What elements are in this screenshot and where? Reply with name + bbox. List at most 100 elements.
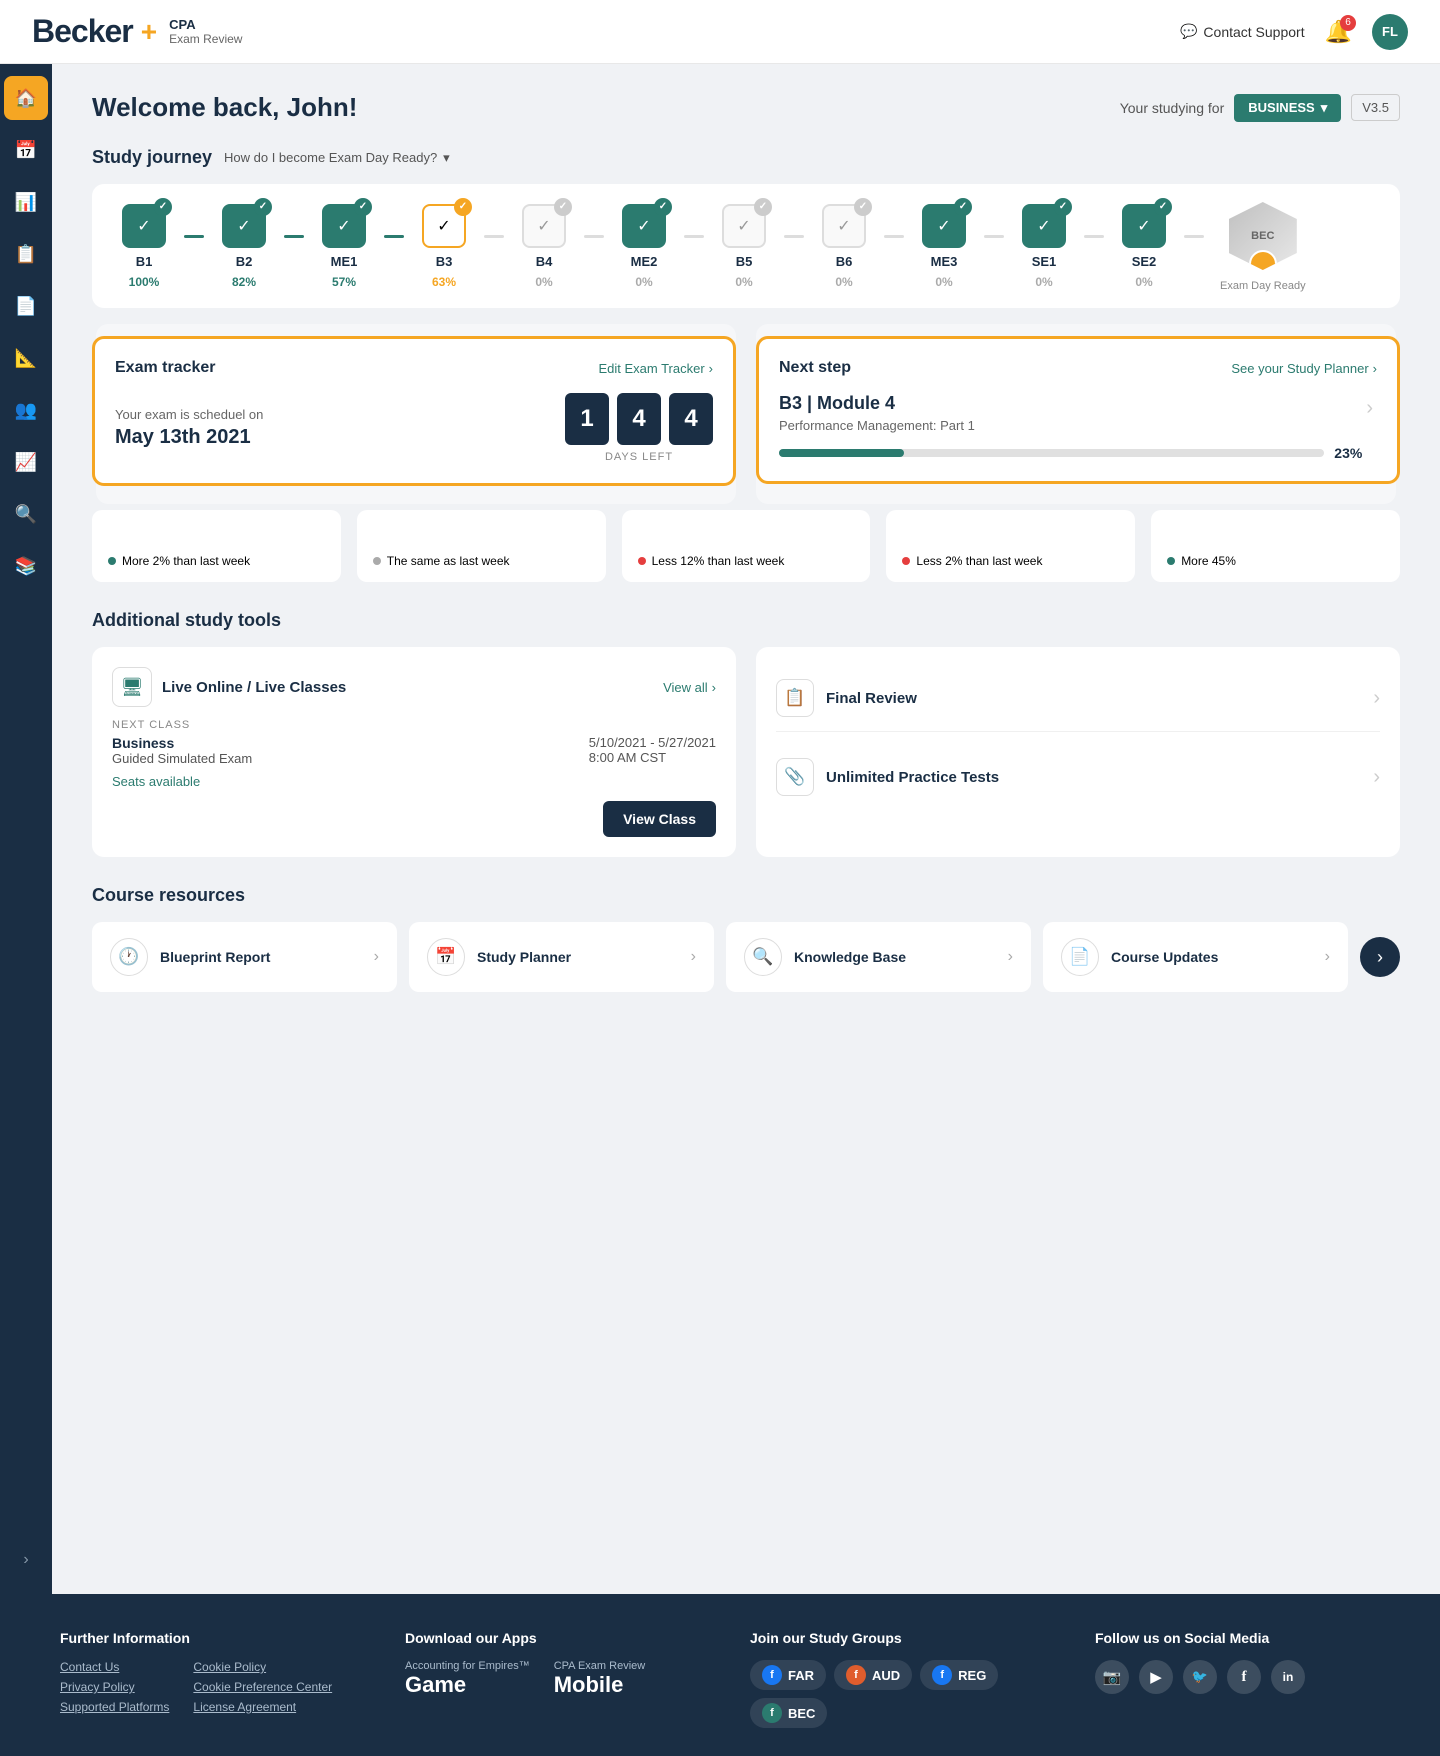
footer-cookie-policy[interactable]: Cookie Policy [193,1660,332,1674]
footer-further-info: Further Information Contact Us Privacy P… [60,1630,345,1728]
connector-me3-se1 [984,235,1004,238]
version-badge: V3.5 [1351,94,1400,121]
footer-apps-list: Accounting for Empires™ Game CPA Exam Re… [405,1660,690,1698]
edit-exam-tracker-link[interactable]: Edit Exam Tracker › [598,361,713,376]
footer-privacy-policy[interactable]: Privacy Policy [60,1680,169,1694]
social-youtube-icon[interactable]: ▶ [1139,1660,1173,1694]
logo-text: Becker [32,13,133,50]
hex-badge: BEC [1227,200,1299,272]
view-all-link[interactable]: View all › [663,680,716,695]
journey-step-b5[interactable]: ✓✓ B5 0% [712,204,776,289]
resource-knowledge-base[interactable]: 🔍 Knowledge Base › [726,922,1031,992]
footer-grid: Further Information Contact Us Privacy P… [60,1630,1380,1728]
sidebar-item-document[interactable]: 📄 [4,284,48,328]
chevron-down-icon: ▾ [1321,100,1328,116]
arrow-right-icon: › [709,361,713,376]
footer-study-groups: Join our Study Groups f FAR f AUD f REG … [750,1630,1035,1728]
journey-step-b4[interactable]: ✓✓ B4 0% [512,204,576,289]
notification-button[interactable]: 🔔 6 [1325,19,1352,45]
footer-links-cols: Contact Us Privacy Policy Supported Plat… [60,1660,345,1720]
sidebar-item-book[interactable]: 📚 [4,544,48,588]
score-card-4: Less 2% than last week [886,510,1135,582]
avatar[interactable]: FL [1372,14,1408,50]
next-class-label: NEXT CLASS [112,719,716,731]
view-class-button[interactable]: View Class [603,801,716,837]
resource-study-planner[interactable]: 📅 Study Planner › [409,922,714,992]
footer-cookie-preference[interactable]: Cookie Preference Center [193,1680,332,1694]
journey-step-b2[interactable]: ✓✓ B2 82% [212,204,276,289]
sidebar-item-people[interactable]: 👥 [4,388,48,432]
knowledge-base-arrow: › [1008,948,1013,966]
logo-area: Becker + CPA Exam Review [32,13,242,50]
sg-aud[interactable]: f AUD [834,1660,912,1690]
sidebar-item-search[interactable]: 🔍 [4,492,48,536]
module-sub: Performance Management: Part 1 [779,418,1362,433]
study-journey-title: Study journey [92,147,212,168]
resource-course-updates[interactable]: 📄 Course Updates › [1043,922,1348,992]
sg-far[interactable]: f FAR [750,1660,826,1690]
footer-apps-title: Download our Apps [405,1630,690,1646]
social-linkedin-icon[interactable]: in [1271,1660,1305,1694]
subject-badge[interactable]: BUSINESS ▾ [1234,94,1341,122]
next-step-title: Next step [779,359,851,377]
step-icon-se2: ✓✓ [1122,204,1166,248]
contact-support-button[interactable]: 💬 Contact Support [1180,23,1305,40]
sg-bec[interactable]: f BEC [750,1698,827,1728]
module-chevron-right[interactable]: › [1362,393,1377,424]
sidebar-item-barchart[interactable]: 📈 [4,440,48,484]
arrow-right-icon-2: › [1373,361,1377,376]
hex-shape: BEC [1229,202,1297,270]
sg-far-icon: f [762,1665,782,1685]
journey-dropdown[interactable]: How do I become Exam Day Ready? ▾ [224,150,450,166]
dot-gray-1 [373,557,381,565]
journey-step-b6[interactable]: ✓✓ B6 0% [812,204,876,289]
sidebar-item-clipboard[interactable]: 📋 [4,232,48,276]
footer-license-agreement[interactable]: License Agreement [193,1700,332,1714]
resources-section-title: Course resources [92,885,245,906]
sidebar-item-calendar[interactable]: 📅 [4,128,48,172]
course-updates-label: Course Updates [1111,949,1218,965]
sg-reg[interactable]: f REG [920,1660,998,1690]
social-instagram-icon[interactable]: 📷 [1095,1660,1129,1694]
final-review-row[interactable]: 📋 Final Review › [776,665,1380,732]
journey-step-me3[interactable]: ✓✓ ME3 0% [912,204,976,289]
journey-step-b3[interactable]: ✓✓ B3 63% [412,204,476,289]
connector-b3-b4 [484,235,504,238]
footer-contact-us[interactable]: Contact Us [60,1660,169,1674]
final-review-label: Final Review [826,690,917,707]
footer: Further Information Contact Us Privacy P… [0,1594,1440,1756]
sg-reg-icon: f [932,1665,952,1685]
check-badge-b2: ✓ [254,198,272,216]
journey-step-se2[interactable]: ✓✓ SE2 0% [1112,204,1176,289]
social-facebook-icon[interactable]: f [1227,1660,1261,1694]
study-planner-arrow: › [691,948,696,966]
studying-for-label: Your studying for [1120,100,1225,116]
footer-supported-platforms[interactable]: Supported Platforms [60,1700,169,1714]
score-card-5: More 45% [1151,510,1400,582]
unlimited-practice-left: 📎 Unlimited Practice Tests [776,758,999,796]
sidebar-item-charts[interactable]: 📊 [4,180,48,224]
social-twitter-icon[interactable]: 🐦 [1183,1660,1217,1694]
score-card-2: The same as last week [357,510,606,582]
sidebar-item-home[interactable]: 🏠 [4,76,48,120]
study-planner-link[interactable]: See your Study Planner › [1231,361,1377,376]
resource-blueprint[interactable]: 🕐 Blueprint Report › [92,922,397,992]
app-game-name: Game [405,1672,530,1698]
welcome-row: Welcome back, John! Your studying for BU… [92,92,1400,123]
footer-study-groups-title: Join our Study Groups [750,1630,1035,1646]
unlimited-practice-row[interactable]: 📎 Unlimited Practice Tests › [776,744,1380,810]
journey-step-me2[interactable]: ✓✓ ME2 0% [612,204,676,289]
step-icon-me2: ✓✓ [622,204,666,248]
journey-step-se1[interactable]: ✓✓ SE1 0% [1012,204,1076,289]
sidebar-item-ruler[interactable]: 📐 [4,336,48,380]
journey-step-me1[interactable]: ✓✓ ME1 57% [312,204,376,289]
live-classes-icon: 🖥 [112,667,152,707]
sg-far-label: FAR [788,1668,814,1683]
journey-step-b1[interactable]: ✓✓ B1 100% [112,204,176,289]
next-step-col: Next step See your Study Planner › B3 | … [756,336,1400,486]
step-icon-b4: ✓✓ [522,204,566,248]
days-left: 1 4 4 DAYS LEFT [565,393,713,463]
study-planner-label: Study Planner [477,949,571,965]
sidebar-expand-button[interactable]: › [4,1538,48,1582]
resources-next-button[interactable]: › [1360,937,1400,977]
